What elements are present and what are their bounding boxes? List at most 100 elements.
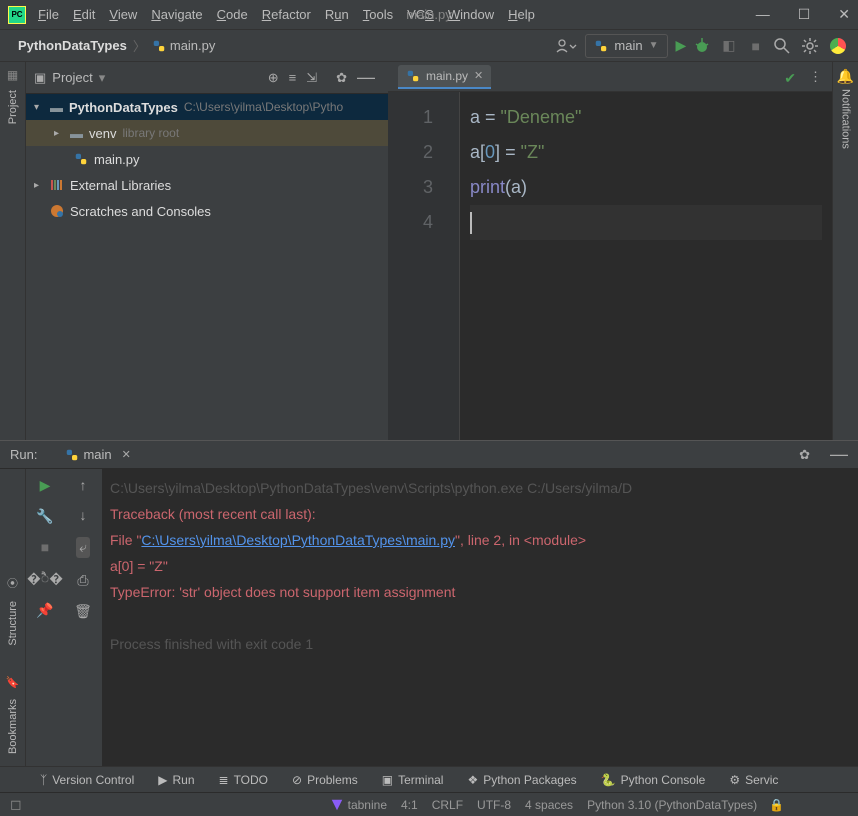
window-title: main.py — [406, 7, 452, 22]
left-tool-strip: ▦ Project — [0, 62, 26, 440]
project-panel-title[interactable]: Project — [52, 70, 92, 85]
clear-button[interactable]: 🗑 — [74, 603, 92, 620]
run-button[interactable]: ▶ — [676, 37, 687, 54]
chevron-right-icon[interactable]: ▸ — [54, 128, 64, 139]
console-cmd: C:\Users\yilma\Desktop\PythonDataTypes\v… — [110, 475, 850, 501]
close-tab-icon[interactable]: ✕ — [474, 69, 483, 82]
indent[interactable]: 4 spaces — [525, 798, 573, 812]
run-settings-icon[interactable]: ✿ — [799, 447, 810, 463]
exit-layout-button[interactable]: �ै� — [27, 569, 63, 588]
python-file-icon — [594, 39, 608, 53]
run-config-label: main — [614, 38, 642, 53]
services-button[interactable]: ⚙ Servic — [729, 773, 778, 787]
menu-refactor[interactable]: Refactor — [262, 7, 311, 22]
project-tool-icon[interactable]: ▦ — [7, 68, 18, 82]
notifications-icon[interactable]: 🔔 — [837, 68, 854, 85]
notifications-tool-button[interactable]: Notifications — [840, 85, 852, 149]
tree-scratch-label: Scratches and Consoles — [70, 204, 211, 219]
menu-navigate[interactable]: Navigate — [151, 7, 202, 22]
menu-help[interactable]: Help — [508, 7, 535, 22]
panel-settings-icon[interactable]: ✿ — [336, 70, 347, 86]
tree-external-libs[interactable]: ▸ External Libraries — [26, 172, 388, 198]
tool-windows-icon[interactable]: ◻ — [10, 796, 22, 813]
coverage-button[interactable]: ◧ — [722, 37, 735, 54]
project-tree: ▾ ▬ PythonDataTypes C:\Users\yilma\Deskt… — [26, 94, 388, 440]
close-run-tab-icon[interactable]: ✕ — [122, 448, 131, 461]
search-icon[interactable] — [774, 38, 790, 54]
code-editor[interactable]: 1 2 3 4 a = "Deneme" a[0] = "Z" print(a) — [388, 92, 832, 440]
version-control-button[interactable]: ᛉ Version Control — [40, 773, 134, 787]
inspection-ok-icon[interactable]: ✔ — [784, 70, 796, 87]
problems-button[interactable]: ⊘ Problems — [292, 773, 358, 787]
pin-tab-button[interactable]: 📌 — [36, 602, 53, 619]
hide-run-button[interactable]: — — [830, 444, 848, 465]
scroll-end-button[interactable]: ⎙ — [77, 572, 88, 589]
maximize-button[interactable]: ☐ — [798, 6, 811, 23]
console-file-link[interactable]: C:\Users\yilma\Desktop\PythonDataTypes\m… — [141, 532, 455, 548]
encoding[interactable]: UTF-8 — [477, 798, 511, 812]
python-packages-button[interactable]: ❖ Python Packages — [467, 773, 576, 787]
tree-file-main[interactable]: main.py — [26, 146, 388, 172]
structure-tool-button[interactable]: Structure — [7, 597, 19, 650]
close-button[interactable]: ✕ — [838, 6, 850, 23]
editor-tab-bar: main.py ✕ ⋮ — [388, 62, 832, 92]
run-console[interactable]: C:\Users\yilma\Desktop\PythonDataTypes\v… — [102, 469, 858, 766]
settings-icon[interactable] — [802, 38, 818, 54]
wrench-icon[interactable]: 🔧 — [36, 508, 53, 525]
hide-panel-button[interactable]: — — [357, 67, 375, 88]
menu-file[interactable]: File — [38, 7, 59, 22]
expand-all-button[interactable]: ≡ — [289, 70, 297, 85]
rerun-button[interactable]: ▶ — [40, 477, 51, 494]
interpreter[interactable]: Python 3.10 (PythonDataTypes) — [587, 798, 757, 812]
libraries-icon — [50, 178, 64, 192]
editor-panel: main.py ✕ ⋮ 1 2 3 4 a = "Deneme" a[0] = … — [388, 62, 832, 440]
readonly-icon[interactable]: 🔒 — [769, 798, 784, 812]
up-stack-button[interactable]: ↑ — [80, 477, 87, 493]
chevron-down-icon[interactable]: ▾ — [34, 102, 44, 113]
editor-content[interactable]: a = "Deneme" a[0] = "Z" print(a) — [460, 92, 832, 440]
menu-tools[interactable]: Tools — [363, 7, 393, 22]
debug-button[interactable] — [694, 38, 710, 54]
menu-edit[interactable]: Edit — [73, 7, 95, 22]
stop-button: ■ — [752, 38, 760, 54]
menu-code[interactable]: Code — [217, 7, 248, 22]
tree-scratches[interactable]: ▸ Scratches and Consoles — [26, 198, 388, 224]
chevron-right-icon[interactable]: ▸ — [34, 180, 44, 191]
terminal-button[interactable]: ▣ Terminal — [382, 773, 444, 787]
select-opened-file-button[interactable]: ⊕ — [268, 70, 279, 86]
chevron-down-icon[interactable]: ▾ — [99, 70, 106, 86]
tree-root-label: PythonDataTypes — [69, 100, 178, 115]
user-dropdown-icon[interactable] — [555, 38, 577, 54]
soft-wrap-button[interactable]: ⤶ — [76, 537, 90, 558]
minimize-button[interactable]: — — [756, 6, 770, 23]
bookmarks-tool-button[interactable]: Bookmarks — [7, 695, 19, 758]
chevron-down-icon: ▼ — [649, 40, 659, 51]
run-toolbar: ▶ 🔧 ■ �ै� 📌 ↑ ↓ ⤶ ⎙ 🗑 — [26, 469, 102, 766]
bookmarks-tool-icon[interactable]: 🔖 — [6, 676, 20, 689]
down-stack-button[interactable]: ↓ — [80, 507, 87, 523]
line-separator[interactable]: CRLF — [432, 798, 463, 812]
stop-run-button[interactable]: ■ — [41, 539, 49, 555]
run-header-config[interactable]: main ✕ — [65, 447, 130, 462]
todo-button[interactable]: ≣ TODO — [219, 773, 269, 787]
collapse-all-button[interactable]: ⇲ — [306, 70, 317, 86]
project-tool-button[interactable]: Project — [7, 86, 19, 128]
breadcrumb-project[interactable]: PythonDataTypes — [18, 38, 127, 53]
tree-root[interactable]: ▾ ▬ PythonDataTypes C:\Users\yilma\Deskt… — [26, 94, 388, 120]
menu-view[interactable]: View — [109, 7, 137, 22]
tree-venv[interactable]: ▸ ▬ venv library root — [26, 120, 388, 146]
tabnine-status[interactable]: tabnine — [330, 798, 387, 812]
structure-tool-icon[interactable]: ⦿ — [7, 575, 18, 591]
menu-run[interactable]: Run — [325, 7, 349, 22]
code-with-me-icon[interactable] — [830, 38, 846, 54]
folder-icon: ▣ — [34, 70, 46, 86]
python-console-button[interactable]: 🐍 Python Console — [601, 773, 706, 787]
breadcrumb-file[interactable]: main.py — [152, 38, 216, 53]
run-config-selector[interactable]: main ▼ — [585, 34, 667, 58]
caret-position[interactable]: 4:1 — [401, 798, 418, 812]
editor-tab[interactable]: main.py ✕ — [398, 65, 491, 89]
editor-more-icon[interactable]: ⋮ — [809, 69, 822, 85]
run-tool-button[interactable]: ▶ Run — [158, 773, 194, 787]
console-codeline: a[0] = "Z" — [110, 553, 850, 579]
menu-window[interactable]: Window — [448, 7, 494, 22]
